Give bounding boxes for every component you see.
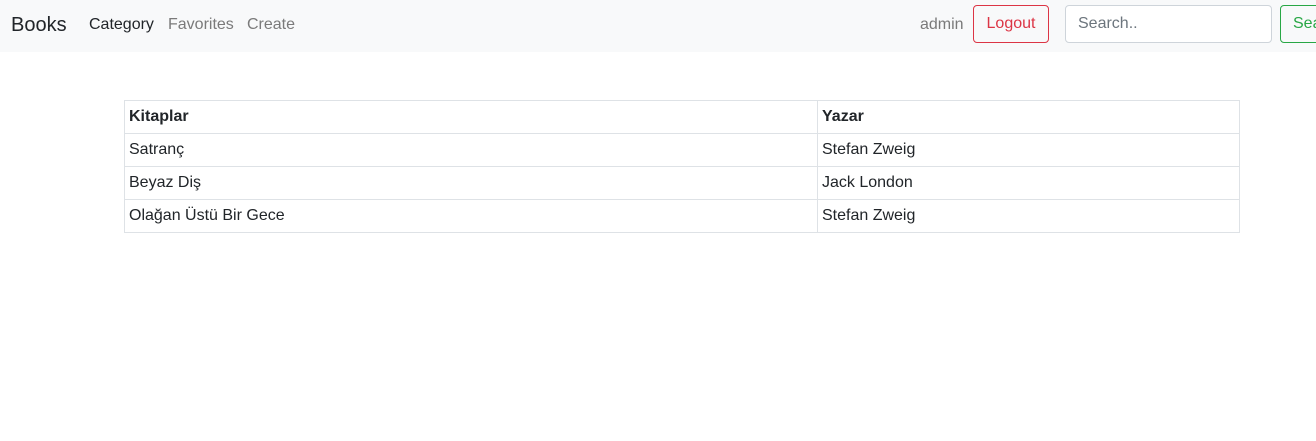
username-label: admin [920, 16, 964, 33]
nav-link-create[interactable]: Create [247, 15, 295, 35]
author-cell: Stefan Zweig [817, 199, 1240, 233]
column-header-kitaplar: Kitaplar [124, 100, 818, 134]
table-row: Satranç Stefan Zweig [124, 133, 1240, 167]
book-title-cell: Beyaz Diş [124, 166, 818, 200]
column-header-yazar: Yazar [817, 100, 1240, 134]
table-row: Olağan Üstü Bir Gece Stefan Zweig [124, 199, 1240, 233]
nav-link-category[interactable]: Category [89, 15, 154, 35]
logout-button[interactable]: Logout [973, 5, 1049, 43]
table-header-row: Kitaplar Yazar [124, 100, 1240, 134]
books-table: Kitaplar Yazar Satranç Stefan Zweig Beya… [124, 100, 1240, 233]
author-cell: Jack London [817, 166, 1240, 200]
book-title-cell: Olağan Üstü Bir Gece [124, 199, 818, 233]
brand-link[interactable]: Books [11, 12, 67, 38]
book-title-cell: Satranç [124, 133, 818, 167]
search-button[interactable]: Search [1280, 5, 1316, 43]
search-input[interactable] [1065, 5, 1272, 43]
navbar: Books Category Favorites Create admin Lo… [0, 0, 1316, 52]
author-cell: Stefan Zweig [817, 133, 1240, 167]
table-row: Beyaz Diş Jack London [124, 166, 1240, 200]
nav-link-favorites[interactable]: Favorites [168, 15, 234, 35]
